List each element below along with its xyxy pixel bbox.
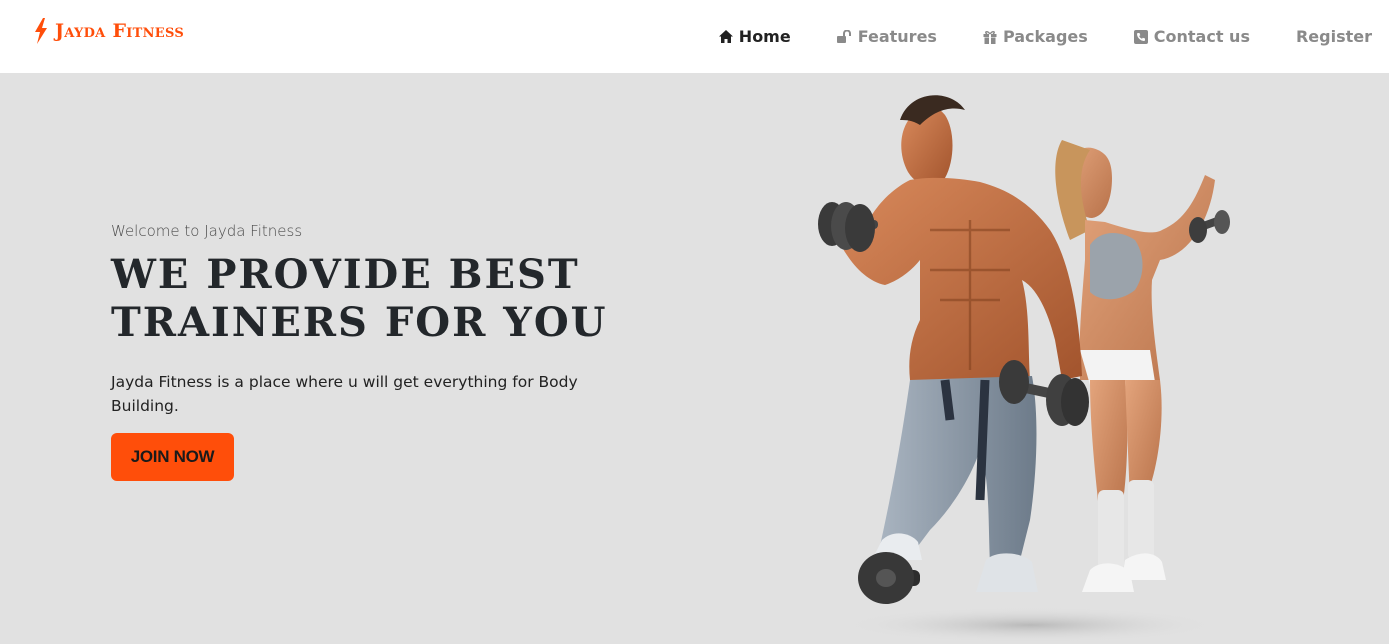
fitness-couple-with-dumbbells-image	[818, 95, 1230, 643]
brand-logo[interactable]: Jayda Fitness	[34, 18, 184, 44]
unlock-icon	[836, 30, 851, 43]
brand-name: Jayda Fitness	[55, 20, 185, 42]
home-icon	[718, 30, 733, 43]
nav-item-packages[interactable]: Packages	[983, 27, 1088, 46]
hero-subtitle: Welcome to Jayda Fitness	[111, 222, 303, 240]
nav-item-features[interactable]: Features	[836, 27, 937, 46]
main-nav: Home Features Packages Contact us Regist…	[673, 0, 1372, 73]
nav-label-contact: Contact us	[1153, 27, 1250, 46]
nav-item-register[interactable]: Register	[1296, 27, 1372, 46]
bolt-icon	[35, 18, 47, 44]
gift-icon	[983, 30, 997, 44]
join-now-button[interactable]: JOIN NOW	[111, 433, 234, 481]
nav-label-features: Features	[857, 27, 937, 46]
man-dumbbell-left	[818, 202, 878, 252]
navbar: Jayda Fitness Home Features Packages Con…	[0, 0, 1389, 73]
nav-item-home[interactable]: Home	[718, 27, 791, 46]
man-figure	[818, 95, 1089, 604]
hero-title: WE PROVIDE BEST TRAINERS FOR YOU	[111, 251, 608, 346]
nav-label-home: Home	[738, 27, 791, 46]
nav-item-contact[interactable]: Contact us	[1133, 27, 1250, 46]
nav-label-register: Register	[1295, 27, 1372, 46]
nav-label-packages: Packages	[1002, 27, 1088, 46]
hero-description: Jayda Fitness is a place where u will ge…	[111, 373, 578, 415]
phone-icon	[1133, 29, 1148, 44]
